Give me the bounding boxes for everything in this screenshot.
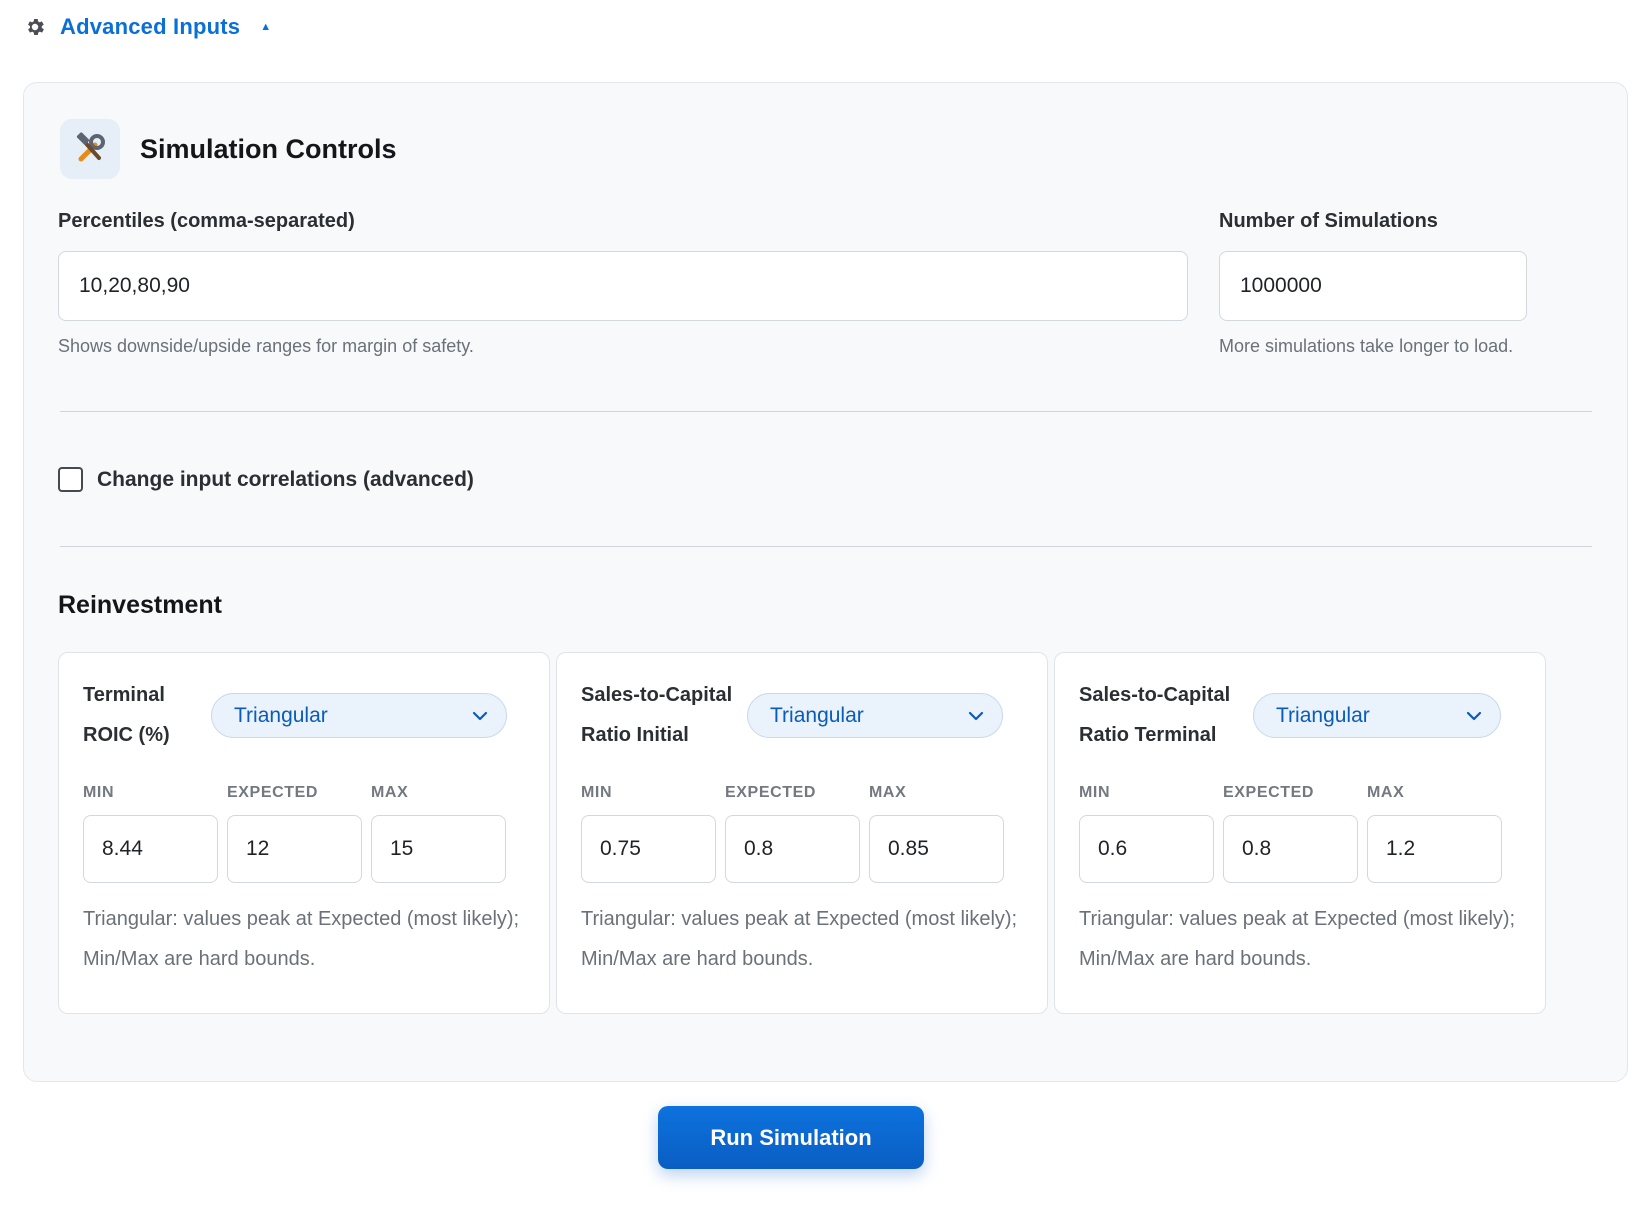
sales-to-capital-initial-card: Sales-to-Capital Ratio Initial Triangula… <box>556 652 1048 1014</box>
card-label-line: Ratio Terminal <box>1079 724 1217 746</box>
section-title: Reinvestment <box>58 591 222 619</box>
max-label: MAX <box>371 784 409 801</box>
simulations-hint: More simulations take longer to load. <box>1219 336 1514 356</box>
card-label: Sales-to-Capital Ratio Terminal <box>1079 675 1239 755</box>
chevron-down-icon <box>1466 711 1482 720</box>
distribution-select[interactable]: Triangular <box>747 693 1003 738</box>
panel-title: Simulation Controls <box>140 133 397 164</box>
card-label-line: Sales-to-Capital <box>581 684 733 706</box>
card-label-line: Sales-to-Capital <box>1079 684 1231 706</box>
distribution-note: Triangular: values peak at Expected (mos… <box>581 908 1018 970</box>
max-label: MAX <box>869 784 907 801</box>
tools-icon <box>60 119 120 179</box>
expected-input[interactable] <box>1223 815 1358 883</box>
min-label: MIN <box>1079 784 1111 801</box>
panel-header: Simulation Controls <box>60 119 397 179</box>
correlations-toggle[interactable]: Change input correlations (advanced) <box>58 467 474 492</box>
max-input[interactable] <box>371 815 506 883</box>
correlations-label: Change input correlations (advanced) <box>97 467 474 491</box>
distribution-select[interactable]: Triangular <box>1253 693 1501 738</box>
card-label-line: Ratio Initial <box>581 724 689 746</box>
max-input[interactable] <box>1367 815 1502 883</box>
percentiles-input[interactable] <box>58 251 1188 321</box>
max-label: MAX <box>1367 784 1405 801</box>
distribution-value: Triangular <box>770 703 864 727</box>
chevron-down-icon <box>968 711 984 720</box>
terminal-roic-card: Terminal ROIC (%) Triangular MIN EXPECTE… <box>58 652 550 1014</box>
simulations-label: Number of Simulations <box>1219 210 1438 232</box>
correlations-checkbox[interactable] <box>58 467 83 492</box>
expected-label: EXPECTED <box>227 784 319 801</box>
expected-label: EXPECTED <box>725 784 817 801</box>
min-input[interactable] <box>581 815 716 883</box>
card-label-line: ROIC (%) <box>83 724 170 746</box>
card-label-line: Terminal <box>83 684 165 706</box>
advanced-inputs-toggle[interactable]: Advanced Inputs ▲ <box>24 14 271 40</box>
advanced-inputs-label: Advanced Inputs <box>60 14 241 39</box>
simulation-controls-panel: Simulation Controls Percentiles (comma-s… <box>23 82 1628 1082</box>
sales-to-capital-terminal-card: Sales-to-Capital Ratio Terminal Triangul… <box>1054 652 1546 1014</box>
divider <box>60 411 1592 412</box>
distribution-note: Triangular: values peak at Expected (mos… <box>83 908 520 970</box>
expected-input[interactable] <box>725 815 860 883</box>
percentiles-hint: Shows downside/upside ranges for margin … <box>58 336 474 356</box>
card-label: Sales-to-Capital Ratio Initial <box>581 675 741 755</box>
distribution-note: Triangular: values peak at Expected (mos… <box>1079 908 1516 970</box>
min-input[interactable] <box>1079 815 1214 883</box>
distribution-select[interactable]: Triangular <box>211 693 507 738</box>
percentiles-label: Percentiles (comma-separated) <box>58 210 355 232</box>
card-label: Terminal ROIC (%) <box>83 675 213 755</box>
expected-input[interactable] <box>227 815 362 883</box>
gear-icon <box>28 19 44 35</box>
max-input[interactable] <box>869 815 1004 883</box>
expected-label: EXPECTED <box>1223 784 1315 801</box>
min-label: MIN <box>581 784 613 801</box>
min-label: MIN <box>83 784 115 801</box>
distribution-value: Triangular <box>1276 703 1370 727</box>
simulations-input[interactable] <box>1219 251 1527 321</box>
divider <box>60 546 1592 547</box>
min-input[interactable] <box>83 815 218 883</box>
caret-up-icon: ▲ <box>260 21 272 33</box>
run-simulation-button[interactable]: Run Simulation <box>658 1106 924 1169</box>
chevron-down-icon <box>472 711 488 720</box>
distribution-value: Triangular <box>234 703 328 727</box>
